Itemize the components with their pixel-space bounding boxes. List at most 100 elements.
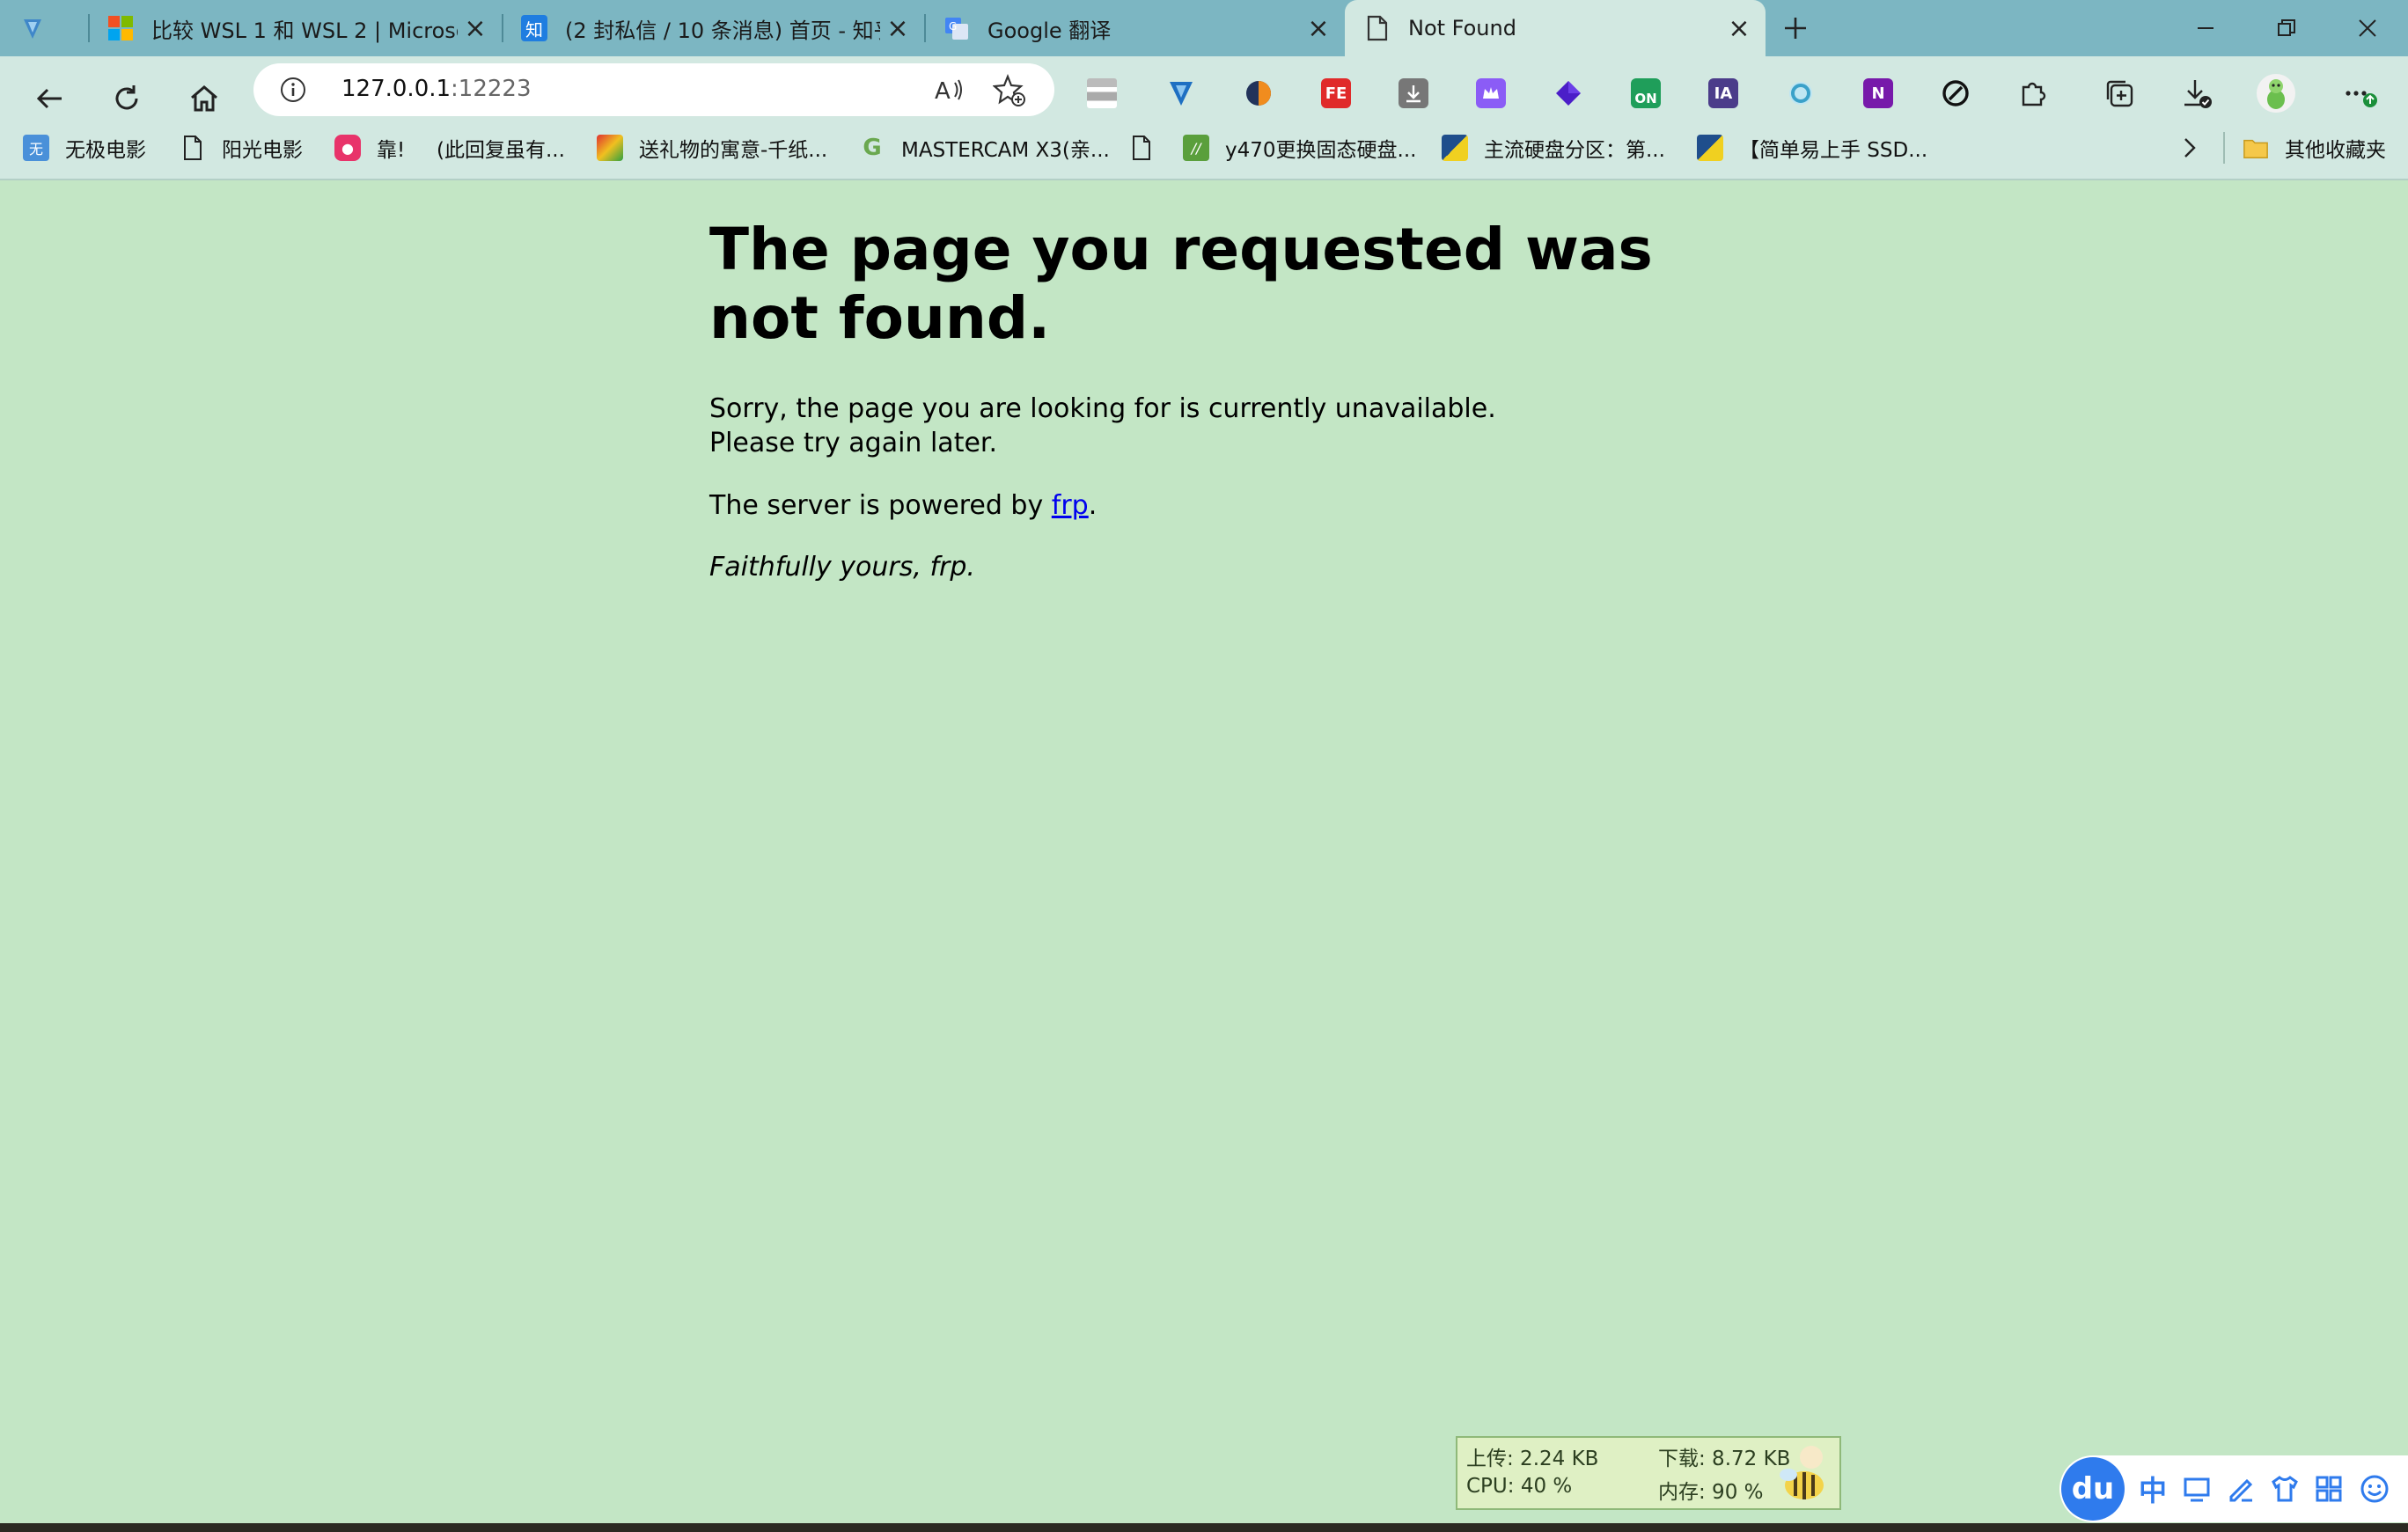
extension-block-icon[interactable] (1933, 70, 1979, 116)
upload-speed: 上传: 2.24 KB (1466, 1448, 1599, 1470)
new-tab-button[interactable] (1758, 0, 1832, 56)
ime-keyboard-icon[interactable] (2179, 1471, 2214, 1506)
bookmark-label: (此回复虽有... (437, 139, 565, 162)
ime-toolbox-icon[interactable] (2311, 1471, 2346, 1506)
extension-on-icon[interactable]: ON (1623, 70, 1669, 116)
extension-fe-icon[interactable]: FE (1313, 70, 1359, 116)
network-monitor-widget[interactable]: 上传: 2.24 KB 下载: 8.72 KB CPU: 40 % 内存: 90… (1456, 1436, 1841, 1510)
tab-wsl-compare[interactable]: 比较 WSL 1 和 WSL 2 | Microsoft × (88, 0, 502, 56)
bookmark-mastercam[interactable]: G MASTERCAM X3(亲... (859, 130, 1110, 165)
extensions-puzzle-icon[interactable] (2010, 70, 2056, 116)
y470-icon: // (1183, 135, 1209, 161)
tab-not-found[interactable]: Not Found × (1345, 0, 1766, 56)
tab-google-translate[interactable]: G Google 翻译 × (924, 0, 1345, 56)
extension-shield-icon[interactable] (1158, 70, 1204, 116)
page-icon (180, 135, 206, 161)
ssd-icon (1697, 135, 1723, 161)
bookmark-gift[interactable]: 送礼物的寓意-千纸... (597, 130, 827, 165)
close-tab-icon[interactable]: × (458, 11, 493, 46)
close-window-button[interactable] (2327, 0, 2408, 56)
ime-skin-icon[interactable] (2267, 1471, 2302, 1506)
bookmark-y470[interactable]: // y470更换固态硬盘... (1183, 130, 1416, 165)
extension-download-icon[interactable] (1391, 70, 1436, 116)
bookmarks-overflow-button[interactable] (2179, 130, 2200, 165)
home-button[interactable] (173, 67, 236, 130)
bookmark-label: 其他收藏夹 (2285, 139, 2386, 162)
folder-icon (2243, 135, 2269, 161)
document-favicon-icon (1364, 15, 1391, 41)
tab-title: Google 翻译 (987, 18, 1112, 43)
bookmark-blank-page[interactable] (1128, 130, 1171, 165)
taskbar-edge (0, 1523, 2408, 1532)
close-tab-icon[interactable]: × (1301, 11, 1336, 46)
bookmark-wuji[interactable]: 无 无极电影 (23, 130, 146, 165)
download-speed: 下载: 8.72 KB (1658, 1448, 1791, 1470)
read-aloud-icon[interactable]: A (933, 74, 965, 109)
ime-emoji-icon[interactable] (2357, 1471, 2392, 1506)
ime-mode-toggle[interactable]: 中 (2135, 1471, 2170, 1507)
page-heading: The page you requested was not found. (709, 216, 1653, 352)
add-favorite-icon[interactable] (992, 74, 1026, 111)
url-port: :12223 (451, 76, 532, 102)
disk-icon (1442, 135, 1468, 161)
reload-button[interactable] (95, 67, 158, 130)
extension-crown-icon[interactable] (1468, 70, 1514, 116)
extension-cube-icon[interactable] (1545, 70, 1591, 116)
bookmark-kao[interactable]: ● 靠! (334, 130, 405, 165)
tab-title: 比较 WSL 1 和 WSL 2 | Microsoft (151, 18, 458, 43)
error-line-2: Please try again later. (709, 428, 998, 458)
extension-orb-icon[interactable] (1236, 70, 1281, 116)
tab-strip: 比较 WSL 1 和 WSL 2 | Microsoft × 知 (2 封私信 … (0, 0, 2408, 56)
frp-link[interactable]: frp (1052, 490, 1089, 521)
tab-title: Not Found (1408, 16, 1516, 40)
extension-stack-icon[interactable] (1079, 70, 1125, 116)
bookmark-label: 无极电影 (65, 139, 146, 162)
kao-icon: ● (334, 135, 361, 161)
minimize-button[interactable] (2165, 0, 2246, 56)
bookmark-label: 阳光电影 (222, 139, 303, 162)
reload-icon (115, 85, 138, 110)
page-content: The page you requested was not found. So… (0, 180, 2408, 1523)
site-info-icon[interactable] (280, 77, 306, 106)
error-line-1: Sorry, the page you are looking for is c… (709, 393, 1496, 424)
url-host: 127.0.0.1 (341, 76, 452, 102)
extension-ring-icon[interactable] (1778, 70, 1824, 116)
close-tab-icon[interactable]: × (1722, 11, 1757, 46)
tab-zhihu[interactable]: 知 (2 封私信 / 10 条消息) 首页 - 知乎 × (502, 0, 924, 56)
wuji-icon: 无 (23, 135, 49, 161)
bookmark-yangguang[interactable]: 阳光电影 (180, 130, 303, 165)
collections-icon[interactable] (2096, 70, 2142, 116)
bookmark-reply[interactable]: (此回复虽有... (437, 130, 565, 165)
mastercam-icon: G (863, 135, 882, 161)
google-translate-favicon-icon: G (943, 15, 970, 41)
ime-handwrite-icon[interactable] (2223, 1471, 2258, 1506)
other-bookmarks-folder[interactable]: 其他收藏夹 (2243, 130, 2386, 165)
baidu-ime-logo[interactable]: du (2061, 1457, 2125, 1521)
tab-pinned[interactable] (0, 0, 88, 56)
profile-avatar[interactable] (2253, 70, 2299, 116)
bee-decoration-icon (1780, 1446, 1824, 1499)
ime-toolbar: du 中 (2059, 1455, 2408, 1522)
bookmark-label: y470更换固态硬盘... (1225, 139, 1417, 162)
page-icon (1128, 135, 1155, 161)
settings-menu-icon[interactable] (2338, 70, 2383, 116)
extension-onenote-icon[interactable]: N (1855, 70, 1901, 116)
svg-text:G: G (949, 20, 957, 33)
chevron-right-icon (2184, 138, 2196, 158)
microsoft-favicon-icon (107, 15, 134, 41)
pin-favicon-icon (19, 15, 46, 41)
back-button[interactable] (18, 67, 81, 130)
address-bar[interactable]: 127.0.0.1:12223 A (253, 63, 1054, 116)
downloads-icon[interactable] (2174, 70, 2220, 116)
bookmark-label: 靠! (377, 139, 406, 162)
restore-button[interactable] (2246, 0, 2327, 56)
url-text: 127.0.0.1:12223 (341, 76, 532, 102)
zhihu-favicon-icon: 知 (521, 15, 547, 41)
bookmark-ssd[interactable]: 【简单易上手 SSD... (1697, 130, 1927, 165)
bookmark-label: 送礼物的寓意-千纸... (639, 139, 828, 162)
svg-text:A: A (935, 78, 951, 105)
gift-icon (597, 135, 623, 161)
extension-ia-icon[interactable]: IA (1700, 70, 1746, 116)
close-tab-icon[interactable]: × (880, 11, 915, 46)
bookmark-disk-partition[interactable]: 主流硬盘分区：第... (1442, 130, 1665, 165)
